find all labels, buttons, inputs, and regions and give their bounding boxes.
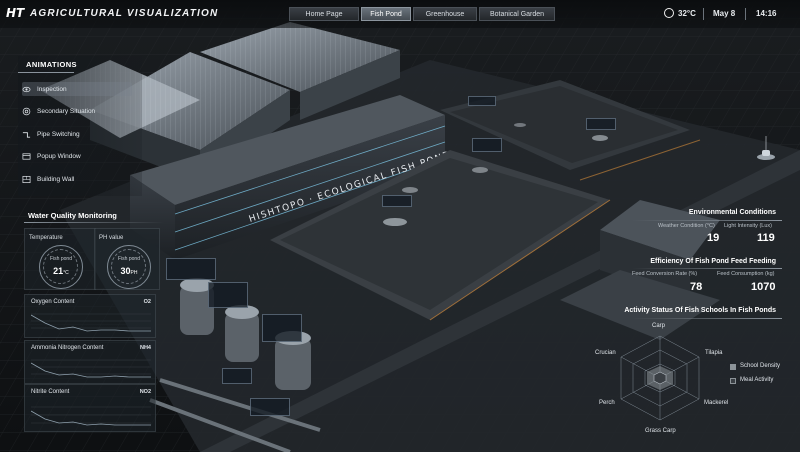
top-bar: HT AGRICULTURAL VISUALIZATION Home Page … — [0, 0, 800, 28]
environment-title: Environmental Conditions — [688, 209, 776, 216]
radar-axis-perch: Perch — [599, 400, 615, 406]
feeding-title: Efficiency Of Fish Pond Feed Feeding — [650, 258, 776, 265]
divider — [632, 318, 782, 319]
radar-axis-crucian: Crucian — [595, 350, 616, 356]
animation-item-popup-window[interactable]: Popup Window — [22, 149, 132, 163]
ammonia-chart-title: Ammonia Nitrogen Content — [31, 345, 104, 351]
divider — [632, 220, 782, 221]
animation-item-label: Pipe Switching — [37, 130, 80, 138]
pond-tooltip — [468, 96, 496, 106]
ammonia-unit: NH4 — [139, 345, 151, 351]
oxygen-sparkline — [31, 313, 151, 332]
tank-tooltip — [250, 398, 290, 416]
radar-axis-tilapia: Tilapia — [705, 350, 723, 356]
window-icon — [22, 152, 31, 160]
animation-item-inspection[interactable]: Inspection — [22, 82, 132, 96]
weather-condition-label: Weather Condition (°C) — [658, 223, 715, 229]
radar-axis-mackerel: Mackerel — [704, 400, 729, 406]
tab-botanical-garden[interactable]: Botanical Garden — [479, 7, 555, 21]
animation-item-building-wall[interactable]: Building Wall — [22, 172, 132, 186]
oxygen-chart-title: Oxygen Content — [31, 299, 75, 305]
animation-item-secondary-situation[interactable]: Secondary Situation — [22, 104, 132, 118]
animation-item-label: Building Wall — [37, 175, 75, 183]
ammonia-chart-card: Ammonia Nitrogen Content NH4 — [24, 340, 156, 384]
main-navigation: Home Page Fish Pond Greenhouse Botanical… — [289, 7, 555, 21]
weather-condition-value: 19 — [707, 232, 720, 244]
animations-title: ANIMATIONS — [26, 60, 77, 69]
radar-axis-carp: Carp — [652, 323, 666, 329]
pipe-icon — [22, 131, 31, 138]
pond-tooltip — [382, 195, 412, 207]
tank-tooltip — [208, 282, 248, 308]
target-icon — [22, 107, 31, 115]
feed-conversion-label: Feed Conversion Rate (%) — [632, 271, 698, 277]
nitrite-sparkline — [31, 406, 151, 426]
temperature-card: Temperature Fish pond 21°C — [24, 228, 96, 290]
eye-icon — [22, 86, 31, 92]
tank-tooltip — [166, 258, 216, 280]
divider — [745, 8, 746, 20]
nitrite-chart-card: Nitrite Content NO2 — [24, 384, 156, 432]
nitrite-unit: NO2 — [139, 389, 151, 395]
feed-conversion-value: 78 — [690, 281, 703, 293]
animation-item-pipe-switching[interactable]: Pipe Switching — [22, 127, 132, 141]
legend-school-density[interactable]: School Density — [740, 363, 780, 369]
legend-meal-activity[interactable]: Meal Activity — [740, 377, 773, 383]
tab-greenhouse[interactable]: Greenhouse — [413, 7, 477, 21]
temperature-readout: 32°C — [678, 8, 696, 18]
pond-tooltip — [586, 118, 616, 130]
animation-item-label: Popup Window — [37, 152, 81, 160]
ph-label: PH value — [99, 235, 124, 241]
fish-activity-radar-chart — [620, 335, 700, 421]
feed-consumption-value: 1070 — [751, 281, 776, 293]
water-quality-title: Water Quality Monitoring — [28, 211, 117, 220]
date-readout: May 8 — [713, 9, 736, 18]
temperature-gauge: Fish pond 21°C — [39, 245, 83, 289]
divider — [18, 72, 74, 73]
ph-gauge: Fish pond 30PH — [107, 245, 151, 289]
ph-value: 30PH — [120, 266, 138, 276]
app-title: AGRICULTURAL VISUALIZATION — [30, 8, 219, 19]
feed-consumption-label: Feed Consumption (kg) — [717, 271, 775, 277]
pond-tooltip — [472, 138, 502, 152]
app-logo: HT — [6, 6, 25, 20]
animation-item-label: Inspection — [37, 85, 67, 93]
tank-tooltip — [262, 314, 302, 342]
oxygen-chart-card: Oxygen Content O2 — [24, 294, 156, 338]
gauge-label: Fish pond — [50, 256, 72, 262]
wall-icon — [22, 175, 31, 183]
ph-card: PH value Fish pond 30PH — [94, 228, 160, 290]
tab-home-page[interactable]: Home Page — [289, 7, 359, 21]
tank-tooltip — [222, 368, 252, 384]
radar-axis-grass-carp: Grass Carp — [645, 428, 676, 434]
divider — [24, 222, 164, 223]
time-readout: 14:16 — [756, 9, 777, 18]
temperature-value: 21°C — [53, 266, 69, 276]
legend-swatch-meal-activity — [730, 378, 736, 384]
weather-display: 32°C — [664, 8, 696, 18]
nitrite-chart-title: Nitrite Content — [31, 389, 70, 395]
oxygen-unit: O2 — [143, 299, 151, 305]
legend-swatch-school-density — [730, 364, 736, 370]
activity-title: Activity Status Of Fish Schools In Fish … — [624, 307, 776, 314]
ammonia-sparkline — [31, 359, 151, 378]
light-intensity-label: Light Intensity (Lux) — [724, 223, 772, 229]
animation-item-label: Secondary Situation — [37, 107, 96, 115]
sun-icon — [664, 8, 674, 18]
temperature-label: Temperature — [29, 235, 63, 241]
gauge-label: Fish pond — [118, 256, 140, 262]
divider — [703, 8, 704, 20]
divider — [632, 268, 782, 269]
light-intensity-value: 119 — [757, 232, 775, 244]
tab-fish-pond[interactable]: Fish Pond — [361, 7, 411, 21]
animations-panel: ANIMATIONS Inspection Secondary Situatio… — [18, 56, 142, 196]
